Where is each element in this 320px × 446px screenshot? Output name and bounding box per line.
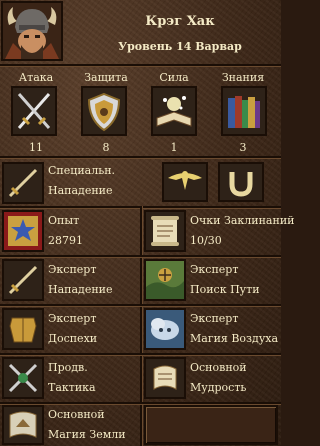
eagle-emblem-icon <box>164 164 206 200</box>
stat-value-power: 1 <box>170 141 178 154</box>
stat-label-power: Сила <box>159 71 189 84</box>
hero-screen: Крэг Хак Уровень 14 Варвар Атака Защита … <box>0 0 294 446</box>
defense-stat-button[interactable] <box>81 86 127 136</box>
skill-slot-1[interactable] <box>2 259 44 301</box>
experience-label: Опыт <box>48 214 80 227</box>
divider <box>140 206 142 446</box>
armorer-icon <box>4 310 42 348</box>
knowledge-stat-button[interactable] <box>221 86 267 136</box>
hero-portrait[interactable] <box>1 1 63 61</box>
skill-level: Эксперт <box>48 263 97 276</box>
skill-slot-5[interactable] <box>2 357 44 399</box>
hero-level-class: Уровень 14 Варвар <box>118 40 242 53</box>
skill-level: Эксперт <box>190 312 239 325</box>
experience-value: 28791 <box>48 234 83 247</box>
skill-level: Эксперт <box>48 312 97 325</box>
skill-slot-8-empty[interactable] <box>144 405 278 445</box>
attack-stat-button[interactable] <box>11 86 57 136</box>
experience-star-icon <box>4 212 42 250</box>
spell-scroll-icon <box>146 212 184 250</box>
hero-flag-button[interactable] <box>162 162 208 202</box>
divider <box>0 402 281 404</box>
spellpower-book-icon <box>153 88 195 134</box>
skill-slot-2[interactable] <box>144 259 186 301</box>
skill-name: Поиск Пути <box>190 283 260 296</box>
spell-points-icon-button[interactable] <box>144 210 186 252</box>
skill-name: Мудрость <box>190 381 247 394</box>
skill-level: Эксперт <box>190 263 239 276</box>
skill-level: Продв. <box>48 361 88 374</box>
offense-sword-icon <box>4 164 42 202</box>
stat-label-attack: Атака <box>18 71 54 84</box>
stat-value-attack: 11 <box>29 141 43 154</box>
skill-slot-7[interactable] <box>2 405 44 445</box>
pathfinding-icon <box>146 261 184 299</box>
skill-name: Магия Воздуха <box>190 332 279 345</box>
divider <box>0 304 281 306</box>
horseshoe-icon <box>220 164 262 200</box>
skill-slot-3[interactable] <box>2 308 44 350</box>
defense-shield-icon <box>83 88 125 134</box>
offense-sword-icon <box>4 261 42 299</box>
tactics-icon <box>4 359 42 397</box>
wisdom-scroll-icon <box>146 359 184 397</box>
stat-value-defense: 8 <box>102 141 110 154</box>
skill-name: Магия Земли <box>48 428 126 441</box>
stat-value-knowledge: 3 <box>239 141 247 154</box>
skill-name: Доспехи <box>48 332 98 345</box>
skill-level: Основной <box>190 361 247 374</box>
knowledge-books-icon <box>223 88 265 134</box>
luck-morale-button[interactable] <box>218 162 264 202</box>
stat-label-defense: Защита <box>84 71 128 84</box>
skill-slot-4[interactable] <box>144 308 186 350</box>
divider <box>0 353 281 355</box>
air-magic-icon <box>146 310 184 348</box>
skill-name: Нападение <box>48 283 113 296</box>
barbarian-portrait-icon <box>3 3 61 59</box>
skill-name: Тактика <box>48 381 96 394</box>
specialty-value: Нападение <box>48 184 113 197</box>
divider <box>0 255 281 257</box>
spell-points-label: Очки Заклинаний <box>190 214 295 227</box>
stat-label-knowledge: Знания <box>221 71 265 84</box>
skill-level: Основной <box>48 408 105 421</box>
spell-points-value: 10/30 <box>190 234 222 247</box>
experience-icon-button[interactable] <box>2 210 44 252</box>
power-stat-button[interactable] <box>151 86 197 136</box>
specialty-label: Специальн. <box>48 164 116 177</box>
divider <box>0 64 281 66</box>
divider <box>0 156 281 158</box>
hero-name: Крэг Хак <box>145 14 215 29</box>
earth-magic-icon <box>4 407 42 443</box>
skill-slot-6[interactable] <box>144 357 186 399</box>
attack-swords-icon <box>13 88 55 134</box>
specialty-icon-button[interactable] <box>2 162 44 204</box>
